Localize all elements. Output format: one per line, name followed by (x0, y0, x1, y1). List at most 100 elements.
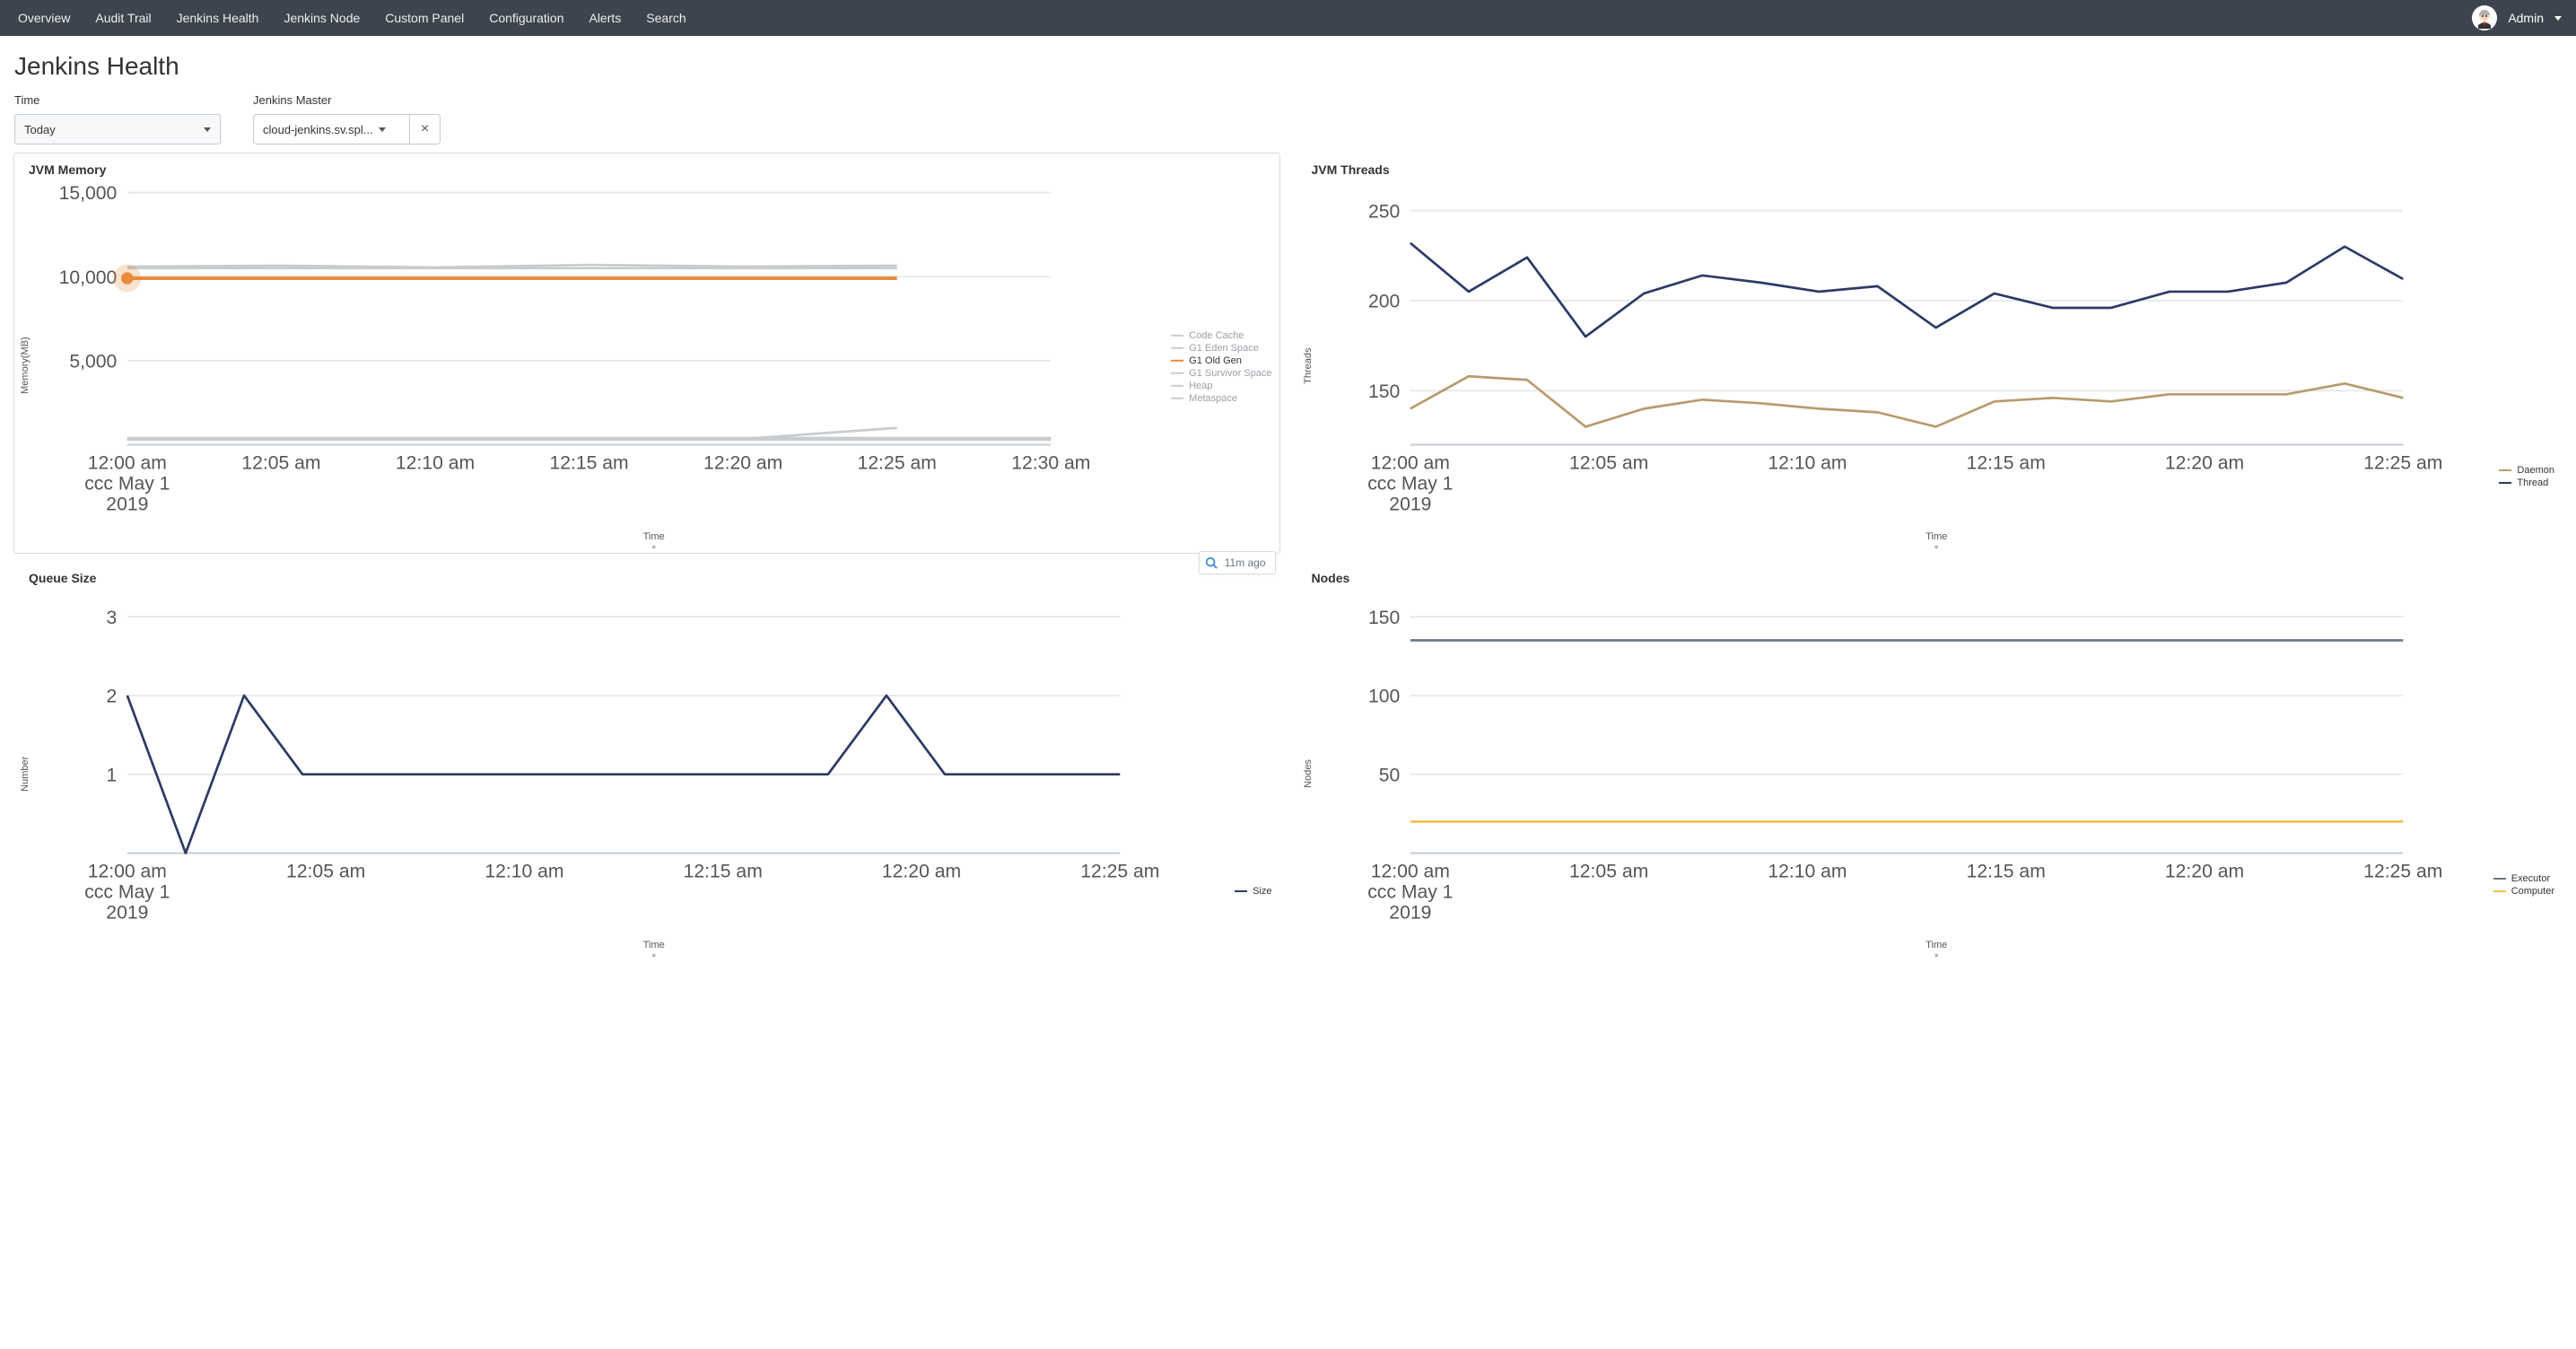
svg-text:12:20 am: 12:20 am (2164, 452, 2243, 473)
legend-swatch-icon (2493, 890, 2506, 892)
x-axis-label: Time (32, 531, 1276, 542)
svg-text:12:10 am: 12:10 am (485, 861, 563, 881)
legend-item[interactable]: Code Cache (1171, 330, 1271, 341)
chart-jvm-memory: 5,00010,00015,00012:00 amccc May 1201912… (32, 182, 1276, 528)
filter-time-group: Time Today (14, 93, 221, 145)
nav-item-jenkins-node[interactable]: Jenkins Node (273, 0, 371, 36)
svg-text:12:15 am: 12:15 am (684, 861, 763, 881)
svg-text:50: 50 (1378, 765, 1400, 785)
panel-title: JVM Memory (29, 162, 1276, 177)
panel-jvm-memory[interactable]: JVM Memory Memory(MB) 5,000 10,000 15,000 1… (14, 153, 1279, 553)
panel-queue-size[interactable]: Queue Size Number 12312:00 amccc May 120… (14, 562, 1279, 961)
svg-text:ccc May 1: ccc May 1 (84, 474, 170, 495)
time-range-dropdown[interactable]: Today (14, 114, 221, 145)
svg-text:3: 3 (107, 608, 118, 628)
chevron-down-icon (379, 127, 386, 132)
legend-item[interactable]: Daemon (2499, 465, 2554, 476)
jenkins-master-dropdown[interactable]: cloud-jenkins.sv.spl... (253, 114, 410, 145)
legend-jvm-memory: Code Cache G1 Eden SpaceG1 Old Gen G1 Surv… (1171, 330, 1271, 406)
legend-swatch-icon (1171, 398, 1183, 399)
legend-item[interactable]: Thread (2499, 477, 2554, 488)
svg-text:10,000: 10,000 (59, 267, 118, 288)
panel-jvm-threads[interactable]: JVM Threads Threads 15020025012:00 amccc… (1297, 153, 2563, 553)
panel-nodes[interactable]: Nodes Nodes 5010015012:00 amccc May 1201… (1297, 562, 2563, 961)
legend-swatch-icon (1171, 347, 1183, 349)
legend-swatch-icon (2493, 878, 2506, 880)
y-axis-label: Memory(MB) (18, 182, 32, 549)
nav-item-search[interactable]: Search (635, 0, 696, 36)
nav-item-audit-trail[interactable]: Audit Trail (84, 0, 162, 36)
nav-item-configuration[interactable]: Configuration (478, 0, 574, 36)
legend-label: Code Cache (1189, 330, 1244, 341)
svg-text:12:20 am: 12:20 am (703, 452, 782, 473)
x-axis-label: Time (32, 940, 1276, 950)
y-axis-label: Nodes (1301, 591, 1315, 958)
legend-label: Thread (2517, 477, 2548, 488)
user-menu-label: Admin (2508, 11, 2544, 25)
nav-item-overview[interactable]: Overview (7, 0, 81, 36)
legend-item[interactable]: Executor (2493, 873, 2554, 884)
svg-text:12:15 am: 12:15 am (549, 452, 628, 473)
svg-text:12:05 am: 12:05 am (241, 452, 320, 473)
legend-label: G1 Eden Space (1189, 343, 1259, 354)
clear-filter-button[interactable]: × (410, 114, 441, 145)
legend-item[interactable]: Heap (1171, 381, 1271, 391)
jenkins-master-value: cloud-jenkins.sv.spl... (263, 123, 373, 136)
legend-swatch-icon (1171, 360, 1183, 362)
svg-text:2019: 2019 (1389, 495, 1431, 515)
svg-text:12:00 am: 12:00 am (1370, 452, 1449, 473)
pager-dot-icon: ● (32, 952, 1276, 958)
refresh-badge[interactable]: 11m ago (1199, 551, 1276, 574)
legend-item[interactable]: Metaspace (1171, 393, 1271, 404)
pager-dot-icon: ● (1315, 544, 2559, 549)
svg-text:12:10 am: 12:10 am (1768, 452, 1847, 473)
time-range-value: Today (24, 123, 56, 136)
y-axis-label: Number (18, 591, 32, 958)
svg-text:12:25 am: 12:25 am (2363, 452, 2442, 473)
pager-dot-icon: ● (1315, 952, 2559, 958)
panel-title: Nodes (1312, 571, 2559, 585)
legend-item[interactable]: G1 Old Gen (1171, 355, 1271, 366)
search-icon (1205, 556, 1218, 569)
legend-label: G1 Survivor Space (1189, 368, 1271, 379)
svg-text:12:10 am: 12:10 am (396, 452, 475, 473)
svg-text:12:20 am: 12:20 am (882, 861, 961, 881)
svg-text:12:00 am: 12:00 am (88, 452, 167, 473)
svg-text:12:00 am: 12:00 am (1370, 861, 1449, 881)
chart-jvm-threads: 15020025012:00 amccc May 1201912:05 am12… (1315, 182, 2559, 528)
svg-text:2019: 2019 (1389, 902, 1431, 923)
chevron-down-icon (204, 127, 211, 132)
y-axis-label: Threads (1301, 182, 1315, 549)
svg-text:5,000: 5,000 (69, 352, 117, 372)
legend-item[interactable]: G1 Eden Space (1171, 343, 1271, 354)
legend-item[interactable]: Size (1235, 886, 1271, 897)
filter-master-group: Jenkins Master cloud-jenkins.sv.spl... × (253, 93, 441, 145)
svg-text:1: 1 (107, 765, 118, 785)
nav-item-jenkins-health[interactable]: Jenkins Health (166, 0, 270, 36)
legend-label: Heap (1189, 381, 1212, 391)
svg-text:2: 2 (107, 686, 118, 706)
legend-queue-size: Size (1235, 886, 1271, 898)
legend-swatch-icon (1171, 335, 1183, 337)
svg-text:12:25 am: 12:25 am (858, 452, 937, 473)
svg-text:12:25 am: 12:25 am (1080, 861, 1159, 881)
svg-text:12:25 am: 12:25 am (2363, 861, 2442, 881)
panel-title: JVM Threads (1312, 162, 2559, 177)
nav-item-custom-panel[interactable]: Custom Panel (374, 0, 475, 36)
user-menu[interactable]: Admin (2463, 5, 2562, 31)
legend-label: Metaspace (1189, 393, 1237, 404)
svg-text:15,000: 15,000 (59, 183, 118, 204)
svg-text:150: 150 (1367, 381, 1399, 402)
top-navbar: Overview Audit Trail Jenkins Health Jenk… (0, 0, 2576, 36)
legend-item[interactable]: Computer (2493, 886, 2554, 897)
nav-item-alerts[interactable]: Alerts (578, 0, 632, 36)
legend-item[interactable]: G1 Survivor Space (1171, 368, 1271, 379)
svg-text:12:10 am: 12:10 am (1768, 861, 1847, 881)
legend-swatch-icon (1171, 385, 1183, 387)
svg-text:100: 100 (1367, 686, 1399, 706)
svg-text:ccc May 1: ccc May 1 (1367, 474, 1453, 495)
legend-label: Daemon (2517, 465, 2554, 476)
jenkins-logo-icon (2472, 5, 2497, 31)
svg-text:12:05 am: 12:05 am (1569, 861, 1648, 881)
legend-label: Computer (2511, 886, 2554, 897)
